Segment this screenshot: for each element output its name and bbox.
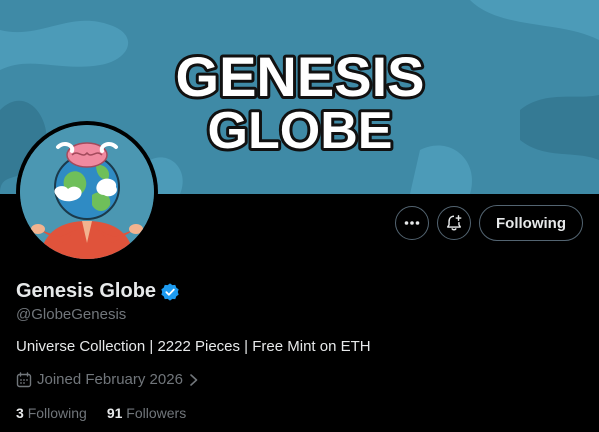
following-count: 3: [16, 405, 24, 421]
followers-count-link[interactable]: 91 Followers: [107, 405, 186, 421]
verified-badge-icon[interactable]: [160, 282, 180, 302]
notifications-button[interactable]: [437, 206, 472, 240]
profile-actions: Following: [395, 205, 583, 241]
profile-name-row: Genesis Globe: [16, 280, 180, 303]
joined-date: Joined February 2026: [37, 371, 183, 388]
banner-logo-line2: GLOBE: [208, 102, 393, 160]
avatar-image: [20, 125, 154, 259]
calendar-icon: [16, 371, 32, 387]
following-button[interactable]: Following: [479, 205, 583, 241]
profile-avatar[interactable]: [16, 121, 158, 263]
following-label: Following: [27, 405, 87, 421]
followers-label: Followers: [126, 405, 187, 421]
genesis-globe-avatar-icon: [20, 125, 154, 259]
profile-stats: 3 Following 91 Followers: [16, 405, 186, 421]
followers-count: 91: [106, 405, 123, 421]
display-name: Genesis Globe: [16, 280, 157, 302]
joined-date-row: Joined February 2026: [16, 371, 200, 388]
more-button[interactable]: [395, 206, 430, 240]
chevron-right-icon[interactable]: [188, 373, 200, 387]
profile-handle: @GlobeGenesis: [16, 306, 127, 323]
bell-plus-icon: [446, 215, 462, 231]
more-dots-icon: [404, 221, 420, 225]
profile-bio: Universe Collection | 2222 Pieces | Free…: [16, 338, 371, 355]
following-count-link[interactable]: 3 Following: [16, 405, 87, 421]
banner-logo-line1: GENESIS: [176, 45, 425, 108]
